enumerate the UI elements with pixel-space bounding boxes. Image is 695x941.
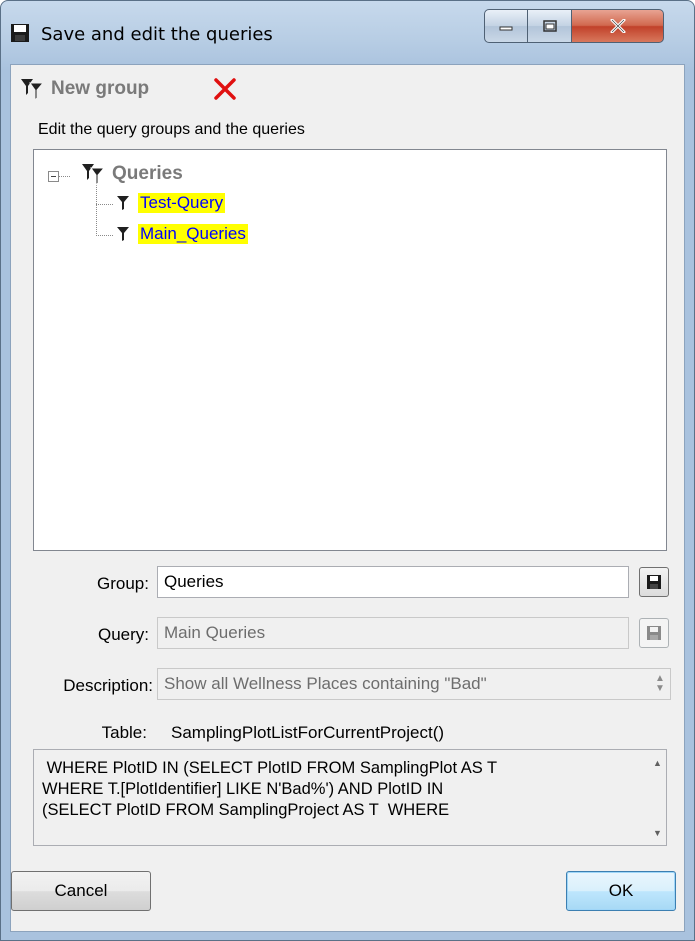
query-group-icon [21, 79, 45, 101]
description-label: Description: [63, 676, 153, 695]
query-tree[interactable]: Queries Test-Query Main_Queries [33, 149, 667, 551]
floppy-disk-icon [11, 24, 29, 42]
tree-item-label: Test-Query [138, 193, 226, 213]
save-group-button[interactable] [639, 567, 669, 597]
table-label: Table: [101, 723, 147, 742]
window-title: Save and edit the queries [41, 24, 273, 45]
maximize-button[interactable] [528, 9, 572, 43]
delete-icon[interactable] [211, 75, 239, 103]
scroll-up-arrow-icon[interactable]: ▲ [649, 754, 666, 771]
scroll-down-arrow-icon[interactable]: ▼ [649, 824, 666, 841]
cancel-button[interactable]: Cancel [11, 871, 151, 911]
query-input[interactable]: Main Queries [157, 617, 629, 649]
tree-item-test-query[interactable]: Test-Query [116, 193, 226, 213]
minimize-button[interactable] [484, 9, 528, 43]
sql-textbox[interactable]: WHERE PlotID IN (SELECT PlotID FROM Samp… [33, 749, 667, 846]
maximize-icon [542, 20, 557, 32]
sql-scrollbar[interactable]: ▲ ▼ [649, 750, 666, 845]
new-group-label: New group [51, 78, 150, 99]
description-input[interactable]: Show all Wellness Places containing "Bad… [157, 668, 671, 700]
caption-buttons [484, 9, 684, 43]
sql-text: WHERE PlotID IN (SELECT PlotID FROM Samp… [42, 759, 498, 819]
save-query-button[interactable] [639, 618, 669, 648]
query-group-icon [82, 164, 106, 186]
new-group-button[interactable]: New group [19, 75, 149, 103]
minimize-icon [499, 26, 513, 31]
description-spinner[interactable]: ▲ ▼ [652, 671, 668, 697]
group-label: Group: [97, 574, 149, 593]
tree-item-label: Main_Queries [138, 224, 248, 244]
tree-item-main-queries[interactable]: Main_Queries [116, 224, 248, 244]
title-bar[interactable]: Save and edit the queries [1, 1, 694, 63]
floppy-disk-icon [647, 626, 661, 640]
dialog-client-area: New group Edit the query groups and the … [10, 64, 685, 932]
tree-root-label: Queries [112, 163, 183, 184]
close-icon [610, 19, 625, 33]
group-input[interactable]: Queries [157, 566, 629, 598]
description-text: Show all Wellness Places containing "Bad… [164, 674, 487, 693]
dialog-window: Save and edit the queries New group Edit… [0, 0, 695, 941]
ok-button[interactable]: OK [566, 871, 676, 911]
query-label: Query: [97, 625, 149, 644]
table-value: SamplingPlotListForCurrentProject() [171, 723, 445, 742]
toolbar: New group [11, 65, 684, 111]
filter-icon [117, 227, 129, 241]
filter-icon [117, 196, 129, 210]
close-button[interactable] [572, 9, 664, 43]
chevron-down-icon: ▼ [655, 683, 665, 694]
tree-root-node[interactable]: Queries [80, 162, 183, 186]
instruction-text: Edit the query groups and the queries [38, 121, 305, 138]
floppy-disk-icon [647, 575, 661, 589]
